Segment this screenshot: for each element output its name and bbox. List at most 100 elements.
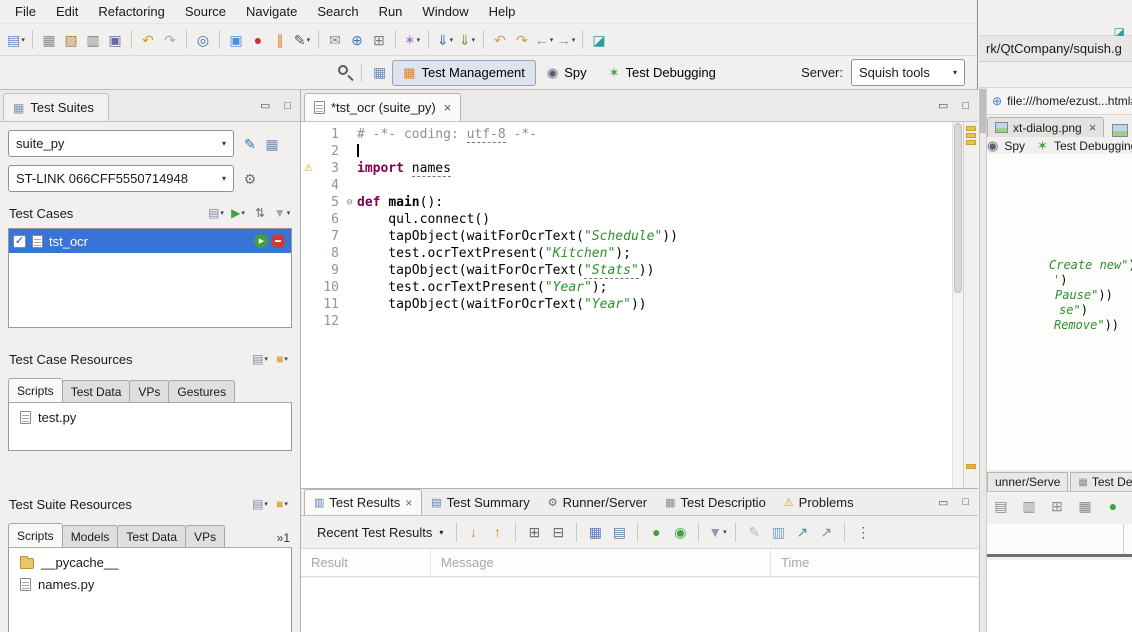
dropdown-arrow-icon[interactable]: ▾ [284,500,288,508]
code-editor[interactable]: 1# -*- coding: utf-8 -*-2⚠3import names4… [301,122,978,488]
perspective-spy[interactable]: ◉ Spy [536,60,598,86]
console-tab[interactable]: ▦Test Descriptio [656,489,775,515]
expand-all-button[interactable]: ⊞ [523,521,545,543]
tree-view-button[interactable]: ▦ [584,521,606,543]
dropdown-arrow-icon[interactable]: ▾ [220,209,224,217]
new-script-button[interactable]: ▤▾ [250,349,270,369]
folder-row[interactable]: __pycache__ [9,551,291,573]
dropdown-arrow-icon[interactable]: ▾ [472,36,476,44]
maximize-view-icon[interactable]: □ [962,100,969,112]
code-line[interactable]: 4 [301,177,950,194]
test-suites-view-tab[interactable]: ▦ Test Suites [3,93,109,121]
code-line[interactable]: 1# -*- coding: utf-8 -*- [301,126,950,143]
overview-marker[interactable] [966,133,976,138]
dropdown-arrow-icon[interactable]: ▾ [241,209,245,217]
open-test-suite-button[interactable]: ▧ [60,29,82,51]
dropdown-arrow-icon[interactable]: ▾ [284,355,288,363]
fetch-results-button[interactable]: ⇓▾ [456,29,478,51]
resource-tab[interactable]: Gestures [168,380,235,402]
minimize-view-icon[interactable]: ▭ [260,99,270,112]
open-report-button[interactable]: ↗ [791,521,813,543]
code-line[interactable]: 9 tapObject(waitForOcrText("Stats")) [301,262,950,279]
code-line[interactable]: 2 [301,143,950,160]
checkbox-checked[interactable]: ✓ [13,235,26,248]
dropdown-arrow-icon[interactable]: ▾ [723,528,727,536]
filter-button[interactable]: ▼▾ [706,521,728,543]
view-menu-button[interactable]: ⋮ [852,521,874,543]
menu-item[interactable]: Refactoring [89,2,173,21]
device-combo[interactable]: ST-LINK 066CFF5550714948 ▾ [8,165,234,192]
record-test-case-icon[interactable]: ▬ [271,234,285,248]
file-row[interactable]: names.py [9,573,291,595]
search-icon[interactable] [336,63,356,83]
console-tab[interactable]: ⚠Problems [775,489,863,515]
menu-item[interactable]: Help [480,2,525,21]
console-tab[interactable]: ▤Test Summary [422,489,538,515]
resource-tab[interactable]: Scripts [8,523,63,547]
console-tab[interactable]: unner/Serve [987,472,1068,491]
menu-item[interactable]: Search [308,2,367,21]
next-result-button[interactable]: ↓ [462,521,484,543]
tab-overflow-indicator[interactable]: »1 [275,531,292,547]
link-editor-button[interactable]: ◪ [588,29,610,51]
flat-view-button[interactable]: ▤ [608,521,630,543]
new-test-suite-button[interactable]: ▦ [38,29,60,51]
dropdown-arrow-icon[interactable]: ▾ [264,500,268,508]
sort-button[interactable]: ⇅ [250,203,270,223]
dropdown-arrow-icon[interactable]: ▾ [417,36,421,44]
code-line[interactable]: 10 test.ocrTextPresent("Year"); [301,279,950,296]
column-header[interactable]: Result [301,549,431,576]
run-test-case-icon[interactable]: ▶ [254,234,268,248]
perspective-label[interactable]: Spy [1004,139,1025,153]
dropdown-arrow-icon[interactable]: ▾ [550,36,554,44]
mail-button[interactable]: ✉ [324,29,346,51]
rw-grid-icon[interactable]: ▦ [1076,497,1094,515]
code-line[interactable]: ⚠3import names [301,160,950,177]
show-passes-button[interactable]: ● [645,521,667,543]
perspective-test-debugging[interactable]: ✶ Test Debugging [598,60,727,86]
show-fails-button[interactable]: ◉ [669,521,691,543]
console-tab[interactable]: ⚙Runner/Server [539,489,656,515]
menu-item[interactable]: Window [413,2,477,21]
perspective-test-management[interactable]: ▦ Test Management [392,60,536,86]
menu-item[interactable]: File [6,2,45,21]
web-button[interactable]: ⊕ [346,29,368,51]
import-button[interactable]: ▥ [82,29,104,51]
suite-combo[interactable]: suite_py ▾ [8,130,234,157]
server-combo[interactable]: Squish tools ▾ [851,59,965,86]
code-line[interactable]: 6 qul.connect() [301,211,950,228]
run-test-suite-button[interactable]: ▶▾ [228,203,248,223]
test-case-row[interactable]: ✓ tst_ocr ▶ ▬ [9,229,291,253]
code-line[interactable]: 8 test.ocrTextPresent("Kitchen"); [301,245,950,262]
forward-history-button[interactable]: ↷ [511,29,533,51]
menu-item[interactable]: Source [176,2,235,21]
file-row[interactable]: test.py [9,406,291,428]
editor-scrollbar[interactable] [952,122,963,488]
forward-button[interactable]: →▾ [555,29,577,51]
undo-button[interactable]: ↶ [137,29,159,51]
resource-tab[interactable]: Test Data [117,525,186,547]
edit-button[interactable]: ✎ [743,521,765,543]
resource-tab[interactable]: VPs [185,525,225,547]
maximize-view-icon[interactable]: □ [284,100,291,112]
rw-new-icon[interactable]: ▤ [992,497,1010,515]
close-tab-icon[interactable]: × [1089,120,1097,135]
close-tab-icon[interactable]: × [405,496,412,510]
code-line[interactable]: 12 [301,313,950,330]
code-line[interactable]: 11 tapObject(waitForOcrText("Year")) [301,296,950,313]
back-history-button[interactable]: ↶ [489,29,511,51]
scrollbar-thumb[interactable] [954,123,962,293]
resource-tab[interactable]: VPs [129,380,169,402]
image-editor-tab[interactable]: xt-dialog.png × [987,117,1104,137]
inspect-button[interactable]: ◎ [192,29,214,51]
collapse-all-button[interactable]: ⊟ [547,521,569,543]
overview-marker[interactable] [966,140,976,145]
overview-marker[interactable] [966,126,976,131]
console-tab[interactable]: ▥Test Results× [304,489,422,515]
rw-expand-icon[interactable]: ⊞ [1048,497,1066,515]
overview-ruler[interactable] [963,122,978,488]
column-header[interactable]: Time [771,549,978,576]
menu-item[interactable]: Run [370,2,412,21]
dropdown-arrow-icon[interactable]: ▾ [21,36,25,44]
back-button[interactable]: ←▾ [533,29,555,51]
